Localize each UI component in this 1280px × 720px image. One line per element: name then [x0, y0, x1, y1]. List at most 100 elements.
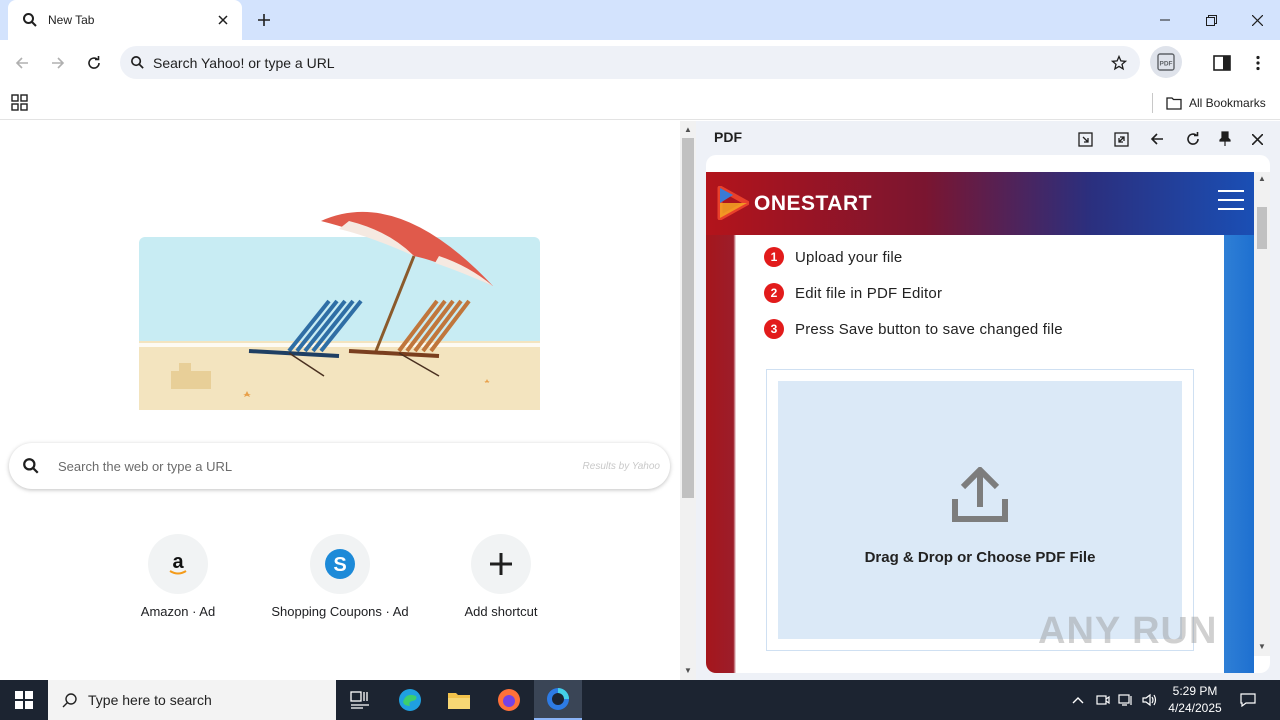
taskbar: Type here to search 5:29 PM 4/24/2025 [0, 680, 1280, 720]
forward-button[interactable] [46, 51, 70, 75]
tray-expand-icon[interactable] [1068, 690, 1088, 710]
address-bar-text: Search Yahoo! or type a URL [153, 54, 335, 71]
step-text: Press Save button to save changed file [795, 320, 1063, 338]
close-tab-icon[interactable] [214, 11, 232, 29]
arrow-right-icon [52, 57, 65, 69]
reload-icon [88, 56, 100, 69]
new-tab-button[interactable] [252, 8, 276, 32]
side-panel: PDF ONESTART 1 Upload your file 2 Edit f… [696, 121, 1280, 680]
anyrun-watermark: ANY RUN [1038, 610, 1218, 652]
upload-icon [952, 467, 1008, 522]
shortcut-add[interactable]: Add shortcut [431, 534, 571, 619]
arrow-left-icon [15, 57, 28, 69]
open-in-tab-button[interactable] [1072, 126, 1098, 152]
search-icon [131, 56, 144, 69]
bookmarks-bar: All Bookmarks [0, 86, 1280, 120]
meet-now-icon[interactable] [1093, 690, 1113, 710]
all-bookmarks-button[interactable]: All Bookmarks [1166, 92, 1266, 114]
bookmark-star-button[interactable] [1104, 48, 1134, 78]
scroll-up-icon[interactable]: ▲ [684, 125, 692, 134]
svg-text:S: S [333, 554, 346, 576]
taskbar-clock[interactable]: 5:29 PM 4/24/2025 [1160, 683, 1230, 717]
pdf-editor-frame: ONESTART 1 Upload your file 2 Edit file … [706, 155, 1270, 673]
scroll-down-icon[interactable]: ▼ [1258, 642, 1266, 651]
plus-icon [471, 534, 531, 594]
edge-icon [399, 689, 421, 711]
shortcut-label: Amazon · Ad [140, 604, 216, 619]
step-text: Upload your file [795, 248, 903, 266]
taskbar-file-explorer[interactable] [435, 680, 483, 720]
menu-button[interactable] [1246, 51, 1270, 75]
panel-back-button[interactable] [1144, 126, 1170, 152]
side-panel-button[interactable] [1210, 51, 1234, 75]
address-bar[interactable]: Search Yahoo! or type a URL [120, 46, 1140, 79]
step-1: 1 Upload your file [764, 247, 902, 267]
side-panel-icon [1213, 55, 1231, 71]
scrollbar-thumb[interactable] [1257, 207, 1267, 249]
onestart-logo-icon [717, 186, 749, 220]
firefox-icon [498, 689, 520, 711]
reload-button[interactable] [82, 51, 106, 75]
drop-zone-border: Drag & Drop or Choose PDF File [766, 369, 1194, 651]
beach-illustration [139, 211, 540, 410]
taskbar-search-placeholder: Type here to search [88, 692, 212, 708]
star-icon [1111, 54, 1127, 70]
new-tab-page: Search the web or type a URL Results by … [0, 121, 680, 680]
more-vert-icon [1256, 55, 1260, 71]
search-icon [23, 13, 37, 27]
scroll-down-icon[interactable]: ▼ [684, 666, 692, 675]
step-number-badge: 1 [764, 247, 784, 267]
step-text: Edit file in PDF Editor [795, 284, 943, 302]
scroll-up-icon[interactable]: ▲ [1258, 174, 1266, 183]
expand-icon [1113, 131, 1129, 147]
volume-icon[interactable] [1140, 690, 1160, 710]
close-panel-button[interactable] [1244, 126, 1270, 152]
taskbar-edge[interactable] [386, 680, 434, 720]
taskbar-search-box[interactable]: Type here to search [48, 680, 336, 720]
close-icon [1251, 133, 1263, 145]
restore-button[interactable] [1188, 0, 1234, 40]
scrollbar-thumb[interactable] [682, 138, 694, 498]
pdf-extension-button[interactable]: PDF [1150, 46, 1182, 78]
onestart-browser-icon [547, 688, 569, 710]
taskbar-onestart-browser[interactable] [534, 680, 582, 720]
tab-new-tab[interactable]: New Tab [8, 0, 242, 40]
page-scrollbar[interactable]: ▲ ▼ [680, 121, 696, 680]
plus-icon [258, 14, 270, 26]
step-3: 3 Press Save button to save changed file [764, 319, 1063, 339]
minimize-button[interactable] [1142, 0, 1188, 40]
pdf-drop-zone[interactable]: Drag & Drop or Choose PDF File [778, 381, 1182, 639]
taskbar-firefox[interactable] [485, 680, 533, 720]
expand-button[interactable] [1108, 126, 1134, 152]
search-icon [23, 458, 39, 474]
pdf-icon: PDF [1157, 53, 1175, 71]
shopping-coupons-icon: S [310, 534, 370, 594]
close-window-button[interactable] [1234, 0, 1280, 40]
shortcut-label: Shopping Coupons · Ad [271, 604, 409, 619]
panel-scrollbar[interactable]: ▲ ▼ [1254, 172, 1270, 656]
toolbar: Search Yahoo! or type a URL PDF [0, 40, 1280, 86]
pin-panel-button[interactable] [1212, 126, 1238, 152]
step-number-badge: 3 [764, 319, 784, 339]
pin-icon [1219, 131, 1231, 146]
onestart-header: ONESTART [706, 172, 1254, 235]
clock-date: 4/24/2025 [1168, 701, 1222, 715]
svg-text:PDF: PDF [1160, 61, 1173, 68]
back-button[interactable] [10, 51, 34, 75]
hamburger-menu-icon[interactable] [1218, 190, 1244, 210]
task-view-button[interactable] [336, 680, 384, 720]
open-in-new-icon [1077, 131, 1093, 147]
shortcut-amazon[interactable]: a Amazon · Ad [108, 534, 248, 619]
ntp-search-box[interactable]: Search the web or type a URL Results by … [9, 443, 670, 489]
notifications-icon[interactable] [1238, 690, 1258, 710]
minimize-icon [1160, 19, 1170, 21]
network-icon[interactable] [1116, 690, 1136, 710]
drop-zone-label: Drag & Drop or Choose PDF File [864, 549, 1096, 566]
search-icon [62, 693, 77, 708]
start-button[interactable] [0, 680, 48, 720]
apps-grid-icon[interactable] [11, 94, 28, 111]
onestart-brand: ONESTART [754, 192, 872, 215]
panel-reload-button[interactable] [1180, 126, 1206, 152]
shortcut-shopping-coupons[interactable]: S Shopping Coupons · Ad [270, 534, 410, 619]
tab-strip: New Tab [0, 0, 1280, 40]
